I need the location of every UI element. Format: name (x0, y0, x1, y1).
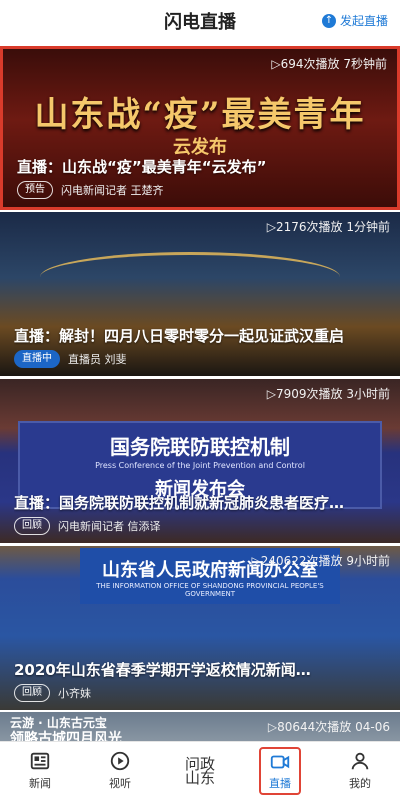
tab-label: 我的 (349, 777, 371, 790)
play-count: ▷2176次播放 1分钟前 (266, 220, 390, 234)
tab-label: 视听 (109, 777, 131, 790)
logo-line: 山东 (184, 768, 215, 787)
status-badge: 回顾 (14, 517, 50, 535)
live-card[interactable]: 山东战“疫”最美青年 云发布 ▷694次播放 7秒钟前 直播：山东战“疫”最美青… (0, 46, 400, 210)
play-icon (110, 751, 130, 771)
start-live-label: 发起直播 (339, 14, 388, 28)
upload-arrow-icon: ↑ (321, 13, 336, 28)
card-author: 小齐妹 (58, 687, 91, 700)
play-count: ▷7909次播放 3小时前 (266, 387, 390, 401)
backdrop-english: THE INFORMATION OFFICE OF SHANDONG PROVI… (96, 582, 324, 598)
live-card[interactable]: 山东省人民政府新闻办公室 THE INFORMATION OFFICE OF S… (0, 546, 400, 710)
backdrop-english: Press Conference of the Joint Prevention… (95, 461, 305, 470)
live-feed[interactable]: 山东战“疫”最美青年 云发布 ▷694次播放 7秒钟前 直播：山东战“疫”最美青… (0, 42, 400, 742)
play-count: ▷240622次播放 9小时前 (251, 554, 391, 568)
status-badge: 回顾 (14, 684, 50, 702)
play-count: ▷80644次播放 04-06 (267, 720, 390, 734)
tab-news[interactable]: 新闻 (0, 742, 80, 799)
status-badge: 预告 (17, 181, 53, 199)
live-card[interactable]: 国务院联防联控机制 Press Conference of the Joint … (0, 379, 400, 543)
card-title: 直播：解封！四月八日零时零分一起见证武汉重启 (14, 327, 345, 345)
card-title: 直播：山东战“疫”最美青年“云发布” (17, 158, 267, 176)
backdrop-title: 国务院联防联控机制 (110, 435, 290, 459)
thumbnail-headline: 山东战“疫”最美青年 (34, 95, 366, 135)
tab-label: 直播 (269, 776, 291, 790)
card-author: 闪电新闻记者 王楚齐 (61, 184, 164, 197)
play-count: ▷694次播放 7秒钟前 (271, 57, 387, 71)
tab-profile[interactable]: 我的 (320, 742, 400, 799)
card-author: 闪电新闻记者 信添译 (58, 520, 161, 533)
card-author: 直播员 刘斐 (68, 353, 127, 366)
tab-video[interactable]: 视听 (80, 742, 160, 799)
active-tab-highlight: 直播 (259, 746, 301, 795)
tab-label: 新闻 (29, 777, 51, 790)
bottom-tab-bar: 新闻 视听 问政 山东 直播 我的 (0, 741, 400, 799)
card-title: 2020年山东省春季学期开学返校情况新闻… (14, 661, 311, 679)
live-card[interactable]: ▷2176次播放 1分钟前 直播：解封！四月八日零时零分一起见证武汉重启 直播中… (0, 212, 400, 376)
live-camera-icon (270, 755, 290, 768)
tab-wenzheng[interactable]: 问政 山东 (160, 742, 240, 799)
start-live-button[interactable]: ↑ 发起直播 (321, 12, 388, 29)
thumbnail-subheadline: 领略古城四月风光 (10, 731, 122, 742)
status-badge: 直播中 (14, 350, 60, 368)
wenzheng-logo: 问政 山东 (184, 756, 215, 787)
top-header: 闪电直播 ↑ 发起直播 (0, 0, 400, 42)
bridge-graphic (40, 252, 340, 302)
news-icon (30, 752, 50, 770)
live-card[interactable]: 云游 · 山东古元宝 领略古城四月风光 ▷80644次播放 04-06 (0, 712, 400, 742)
tab-live[interactable]: 直播 (240, 742, 320, 799)
person-icon (351, 752, 369, 770)
card-title: 直播：国务院联防联控机制就新冠肺炎患者医疗… (14, 494, 345, 512)
